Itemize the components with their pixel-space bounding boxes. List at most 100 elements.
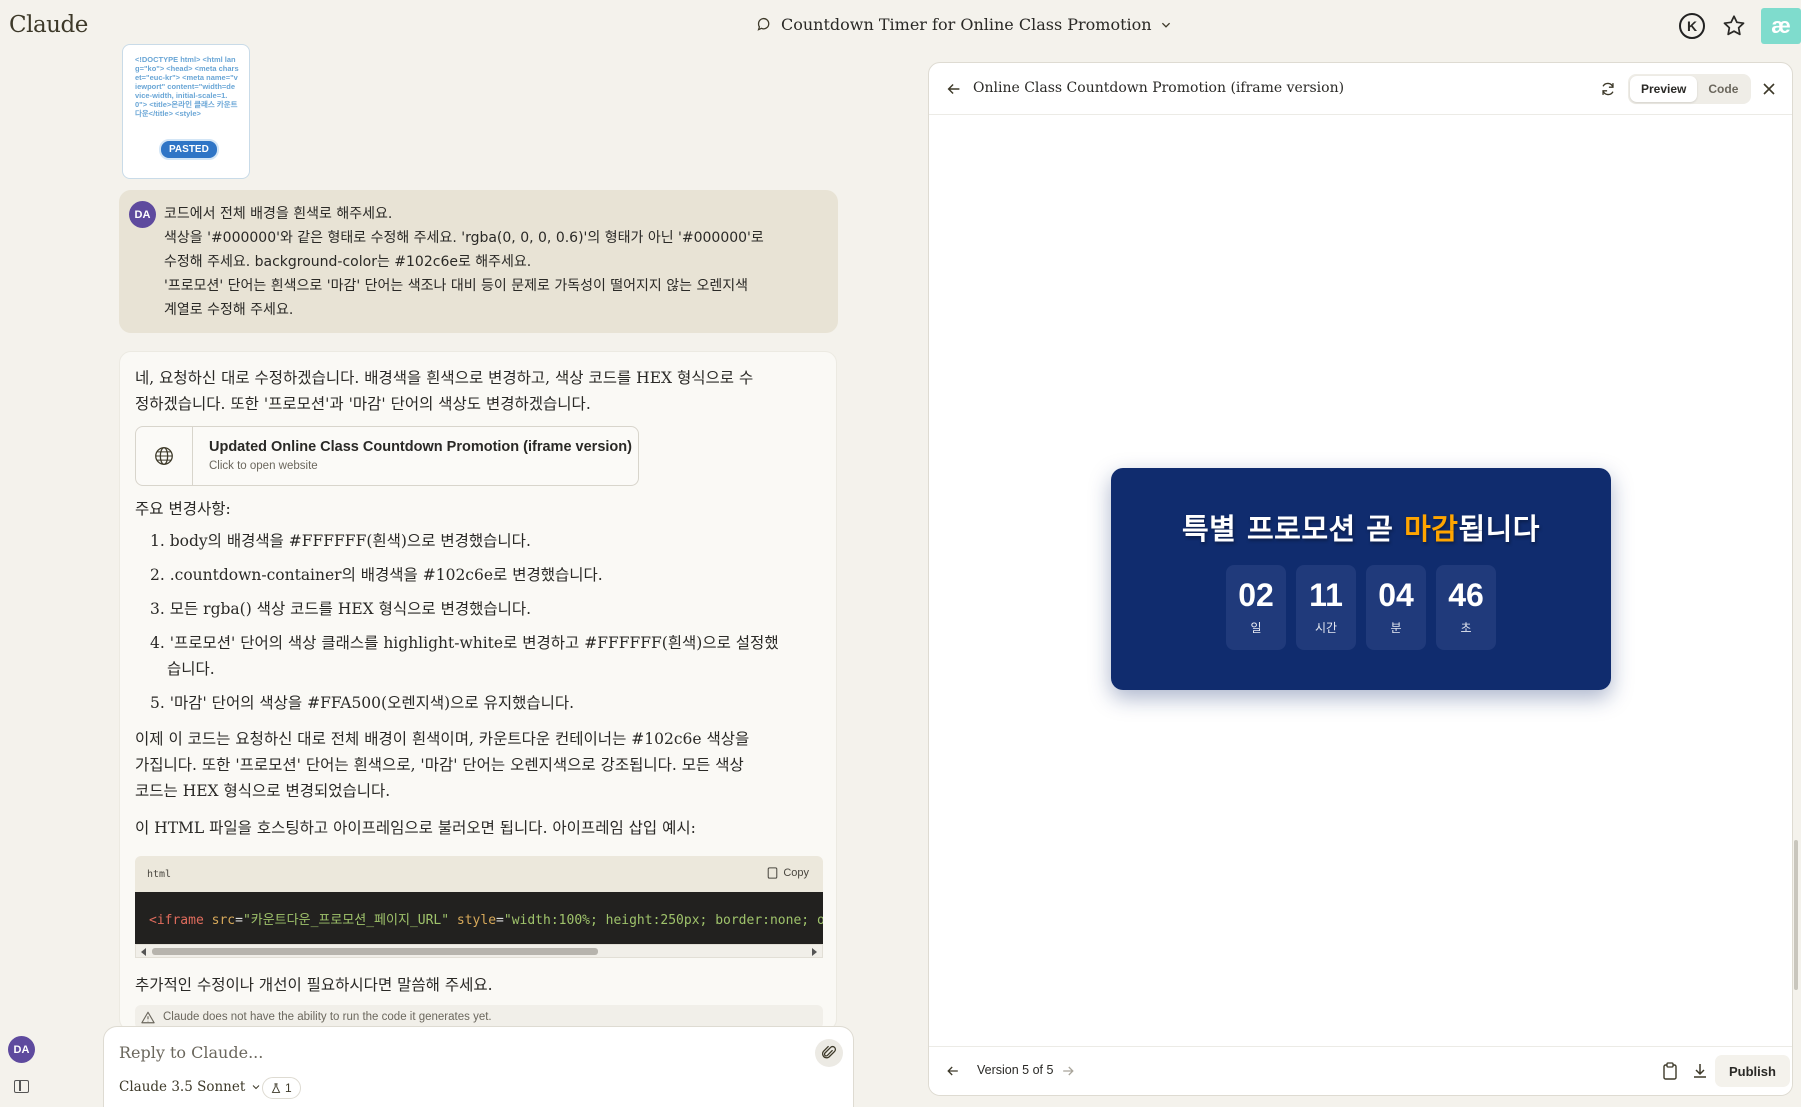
countdown-label: 시간 [1314, 621, 1338, 635]
refresh-icon[interactable] [1599, 80, 1617, 98]
style-chip-count: 1 [285, 1081, 292, 1095]
panel-header: Online Class Countdown Promotion (iframe… [929, 63, 1792, 115]
artifact-title: Updated Online Class Countdown Promotion… [209, 439, 632, 455]
user-message-text: 코드에서 전체 배경을 흰색로 해주세요. 색상을 '#000000'와 같은 … [164, 202, 824, 322]
list-item: 4. '프로모션' 단어의 색상 클래스를 highlight-white로 변… [150, 634, 779, 652]
pasted-badge: PASTED [159, 139, 219, 160]
copy-label: Copy [783, 867, 809, 879]
top-bar: Claude Countdown Timer for Online Class … [0, 0, 1801, 52]
code-language: html [147, 869, 172, 880]
scroll-right-arrow-icon[interactable] [812, 948, 817, 956]
model-selector[interactable]: Claude 3.5 Sonnet [119, 1079, 261, 1095]
list-item: 2. .countdown-container의 배경색을 #102c6e로 변… [150, 566, 603, 584]
download-icon[interactable] [1692, 1062, 1708, 1080]
countdown-label: 일 [1250, 621, 1262, 635]
code-block: <iframe src="카운트다운_프로모션_페이지_URL" style="… [135, 892, 823, 944]
version-label: Version 5 of 5 [977, 1063, 1054, 1077]
panel-footer: Version 5 of 5 Publish [929, 1046, 1792, 1095]
countdown-title: 특별 프로모션 곧 마감됩니다 [1111, 506, 1611, 548]
countdown-seconds: 46 초 [1436, 565, 1496, 650]
chevron-down-icon [1161, 22, 1170, 28]
flask-icon [271, 1082, 281, 1093]
countdown-label: 분 [1390, 621, 1402, 635]
conversation-title: Countdown Timer for Online Class Promoti… [781, 15, 1152, 34]
user-line: 수정해 주세요. background-color는 #102c6e로 해주세요… [164, 254, 532, 270]
reply-composer[interactable]: Reply to Claude... Claude 3.5 Sonnet 1 [103, 1026, 854, 1107]
code-block-header: html Copy [135, 856, 823, 892]
paperclip-icon [822, 1045, 837, 1059]
changes-heading: 주요 변경사항: [135, 500, 231, 518]
assistant-intro: 정하겠습니다. 또한 '프로모션'과 '마감' 단어의 색상도 변경하겠습니다. [135, 395, 591, 413]
sidebar-toggle-icon[interactable] [14, 1080, 29, 1093]
countdown-value: 04 [1378, 577, 1414, 613]
claude-logo[interactable]: Claude [9, 12, 88, 38]
list-item: 5. '마감' 단어의 색상을 #FFA500(오렌지색)으로 유지했습니다. [150, 694, 575, 712]
view-toggle: Preview Code [1628, 74, 1752, 104]
app-badge-icon[interactable]: æ [1761, 8, 1801, 44]
list-item: 1. body의 배경색을 #FFFFFF(흰색)으로 변경했습니다. [150, 532, 531, 550]
star-icon[interactable] [1721, 13, 1747, 39]
pasted-content-card[interactable]: <!DOCTYPE html> <html lang="ko"> <head> … [122, 44, 250, 179]
copy-button[interactable]: Copy [767, 867, 809, 879]
page-scrollbar[interactable] [1794, 840, 1798, 990]
user-line: 코드에서 전체 배경을 흰색로 해주세요. [164, 206, 393, 222]
iframe-note: 이 HTML 파일을 호스팅하고 아이프레임으로 불러오면 됩니다. 아이프레임… [135, 819, 696, 837]
panel-title: Online Class Countdown Promotion (iframe… [973, 80, 1345, 96]
summary-text: 가집니다. 또한 '프로모션' 단어는 흰색으로, '마감' 단어는 오렌지색으… [135, 756, 744, 774]
profile-k-icon[interactable]: K [1679, 13, 1705, 39]
clipboard-icon[interactable] [1662, 1062, 1678, 1080]
user-message: DA 코드에서 전체 배경을 흰색로 해주세요. 색상을 '#000000'와 … [119, 190, 838, 333]
user-line: '프로모션' 단어는 흰색으로 '마감' 단어는 색조나 대비 등이 문제로 가… [164, 278, 748, 294]
scroll-left-arrow-icon[interactable] [141, 948, 146, 956]
closing-text: 추가적인 수정이나 개선이 필요하시다면 말씀해 주세요. [135, 976, 493, 994]
countdown-value: 46 [1448, 577, 1484, 613]
countdown-container: 특별 프로모션 곧 마감됩니다 02 일 11 시간 04 분 46 초 [1111, 468, 1611, 690]
countdown-hours: 11 시간 [1296, 565, 1356, 650]
summary-text: 이제 이 코드는 요청하신 대로 전체 배경이 흰색이며, 카운트다운 컨테이너… [135, 730, 750, 748]
countdown-highlight: 마감 [1404, 512, 1459, 546]
model-name: Claude 3.5 Sonnet [119, 1079, 246, 1095]
publish-button[interactable]: Publish [1715, 1055, 1790, 1087]
chevron-down-icon [252, 1085, 260, 1090]
summary-text: 코드는 HEX 형식으로 변경되었습니다. [135, 782, 391, 800]
prev-version-arrow-icon[interactable] [945, 1063, 961, 1079]
warning-icon [141, 1011, 155, 1023]
artifact-subtitle: Click to open website [209, 460, 318, 472]
user-line: 색상을 '#000000'와 같은 형태로 수정해 주세요. 'rgba(0, … [164, 230, 764, 246]
code-string: "카운트다운_프로모션_페이지_URL" [242, 913, 450, 928]
tab-code[interactable]: Code [1697, 76, 1749, 102]
sidebar-user-avatar[interactable]: DA [8, 1036, 35, 1063]
countdown-days: 02 일 [1226, 565, 1286, 650]
code-string: "width:100%; height:250px; border:none; … [503, 913, 823, 928]
code-line: <iframe src="카운트다운_프로모션_페이지_URL" style="… [149, 913, 823, 928]
chat-bubble-icon [757, 17, 770, 31]
artifact-card[interactable]: Updated Online Class Countdown Promotion… [135, 426, 639, 486]
assistant-intro: 네, 요청하신 대로 수정하겠습니다. 배경색을 흰색으로 변경하고, 색상 코… [135, 369, 754, 387]
countdown-value: 02 [1238, 577, 1274, 613]
warning-text: Claude does not have the ability to run … [163, 1011, 492, 1023]
code-scrollbar[interactable] [135, 944, 823, 958]
countdown-minutes: 04 분 [1366, 565, 1426, 650]
copy-icon [768, 867, 778, 879]
code-tag: <iframe [149, 913, 204, 928]
back-arrow-icon[interactable] [945, 80, 963, 98]
artifact-panel: Online Class Countdown Promotion (iframe… [928, 62, 1793, 1096]
next-version-arrow-icon[interactable] [1060, 1063, 1076, 1079]
user-avatar: DA [129, 201, 156, 228]
user-line: 계열로 수정해 주세요. [164, 302, 294, 318]
countdown-value: 11 [1309, 577, 1343, 613]
scroll-thumb[interactable] [152, 948, 598, 955]
globe-icon [136, 427, 193, 485]
code-attr: src [211, 913, 236, 928]
close-icon[interactable] [1761, 81, 1777, 97]
tab-preview[interactable]: Preview [1630, 76, 1698, 102]
conversation-title-menu[interactable]: Countdown Timer for Online Class Promoti… [756, 15, 1172, 34]
countdown-title-part: 됩니다 [1458, 512, 1540, 546]
list-item: 습니다. [167, 660, 215, 678]
countdown-units: 02 일 11 시간 04 분 46 초 [1226, 565, 1496, 650]
style-chip[interactable]: 1 [262, 1077, 301, 1099]
reply-input[interactable]: Reply to Claude... [119, 1043, 263, 1062]
attach-button[interactable] [815, 1039, 843, 1067]
countdown-title-part: 특별 프로모션 곧 [1182, 512, 1405, 546]
pasted-snippet: <!DOCTYPE html> <html lang="ko"> <head> … [135, 55, 239, 118]
